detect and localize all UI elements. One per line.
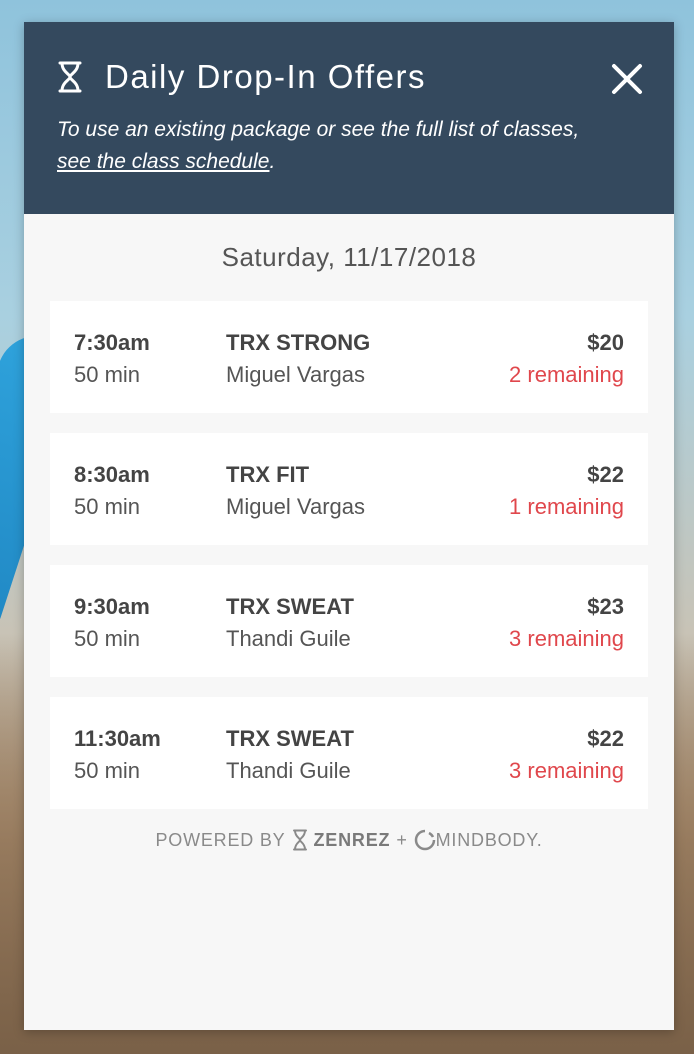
drop-in-offers-modal: Daily Drop-In Offers To use an existing … bbox=[24, 22, 674, 1030]
class-price: $22 bbox=[587, 462, 624, 487]
class-remaining: 2 remaining bbox=[509, 362, 624, 387]
class-time: 7:30am bbox=[74, 330, 150, 355]
class-price-col: $22 3 remaining bbox=[509, 723, 624, 809]
powered-by-label: POWERED BY bbox=[155, 829, 286, 850]
class-time: 9:30am bbox=[74, 594, 150, 619]
zenrez-brand: ZENREZ bbox=[313, 829, 391, 850]
class-info-col: TRX FIT Miguel Vargas bbox=[226, 459, 509, 545]
class-name: TRX SWEAT bbox=[226, 594, 354, 619]
class-info-col: TRX SWEAT Thandi Guile bbox=[226, 591, 509, 677]
class-duration: 50 min bbox=[74, 362, 141, 387]
class-time-col: 11:30am 50 min bbox=[74, 723, 226, 809]
class-row[interactable]: 11:30am 50 min TRX SWEAT Thandi Guile $2… bbox=[50, 697, 648, 809]
class-name: TRX SWEAT bbox=[226, 726, 354, 751]
class-name: TRX STRONG bbox=[226, 330, 371, 355]
class-instructor: Thandi Guile bbox=[226, 626, 351, 651]
class-time-col: 7:30am 50 min bbox=[74, 327, 226, 413]
class-duration: 50 min bbox=[74, 626, 141, 651]
class-schedule-link[interactable]: see the class schedule bbox=[57, 150, 269, 173]
class-time-col: 9:30am 50 min bbox=[74, 591, 226, 677]
class-row[interactable]: 8:30am 50 min TRX FIT Miguel Vargas $22 … bbox=[50, 433, 648, 545]
subtitle-suffix: . bbox=[269, 150, 276, 173]
class-info-col: TRX STRONG Miguel Vargas bbox=[226, 327, 509, 413]
class-price: $20 bbox=[587, 330, 624, 355]
class-row[interactable]: 9:30am 50 min TRX SWEAT Thandi Guile $23… bbox=[50, 565, 648, 677]
mindbody-logo-icon bbox=[414, 829, 436, 851]
class-duration: 50 min bbox=[74, 494, 141, 519]
subtitle-text: To use an existing package or see the fu… bbox=[57, 118, 580, 141]
class-time: 8:30am bbox=[74, 462, 150, 487]
hourglass-icon bbox=[57, 61, 83, 93]
class-instructor: Miguel Vargas bbox=[226, 362, 365, 387]
class-list: 7:30am 50 min TRX STRONG Miguel Vargas $… bbox=[24, 301, 674, 809]
plus-sign: + bbox=[396, 829, 408, 850]
class-time-col: 8:30am 50 min bbox=[74, 459, 226, 545]
powered-by-footer: POWERED BY ZENREZ + MINDBODY. bbox=[24, 829, 674, 851]
class-name: TRX FIT bbox=[226, 462, 310, 487]
class-price: $23 bbox=[587, 594, 624, 619]
class-price: $22 bbox=[587, 726, 624, 751]
modal-subtitle: To use an existing package or see the fu… bbox=[57, 114, 617, 178]
class-duration: 50 min bbox=[74, 758, 141, 783]
class-instructor: Thandi Guile bbox=[226, 758, 351, 783]
class-remaining: 1 remaining bbox=[509, 494, 624, 519]
class-price-col: $20 2 remaining bbox=[509, 327, 624, 413]
class-price-col: $22 1 remaining bbox=[509, 459, 624, 545]
mindbody-brand: MINDBODY. bbox=[435, 829, 543, 850]
hourglass-icon bbox=[292, 829, 308, 851]
class-remaining: 3 remaining bbox=[509, 758, 624, 783]
modal-header: Daily Drop-In Offers To use an existing … bbox=[24, 22, 674, 214]
class-price-col: $23 3 remaining bbox=[509, 591, 624, 677]
class-info-col: TRX SWEAT Thandi Guile bbox=[226, 723, 509, 809]
close-icon[interactable] bbox=[610, 62, 644, 96]
schedule-date: Saturday, 11/17/2018 bbox=[221, 242, 477, 272]
modal-title: Daily Drop-In Offers bbox=[105, 58, 426, 95]
class-row[interactable]: 7:30am 50 min TRX STRONG Miguel Vargas $… bbox=[50, 301, 648, 413]
title-row: Daily Drop-In Offers bbox=[57, 58, 644, 96]
class-remaining: 3 remaining bbox=[509, 626, 624, 651]
class-time: 11:30am bbox=[74, 726, 161, 751]
class-instructor: Miguel Vargas bbox=[226, 494, 365, 519]
